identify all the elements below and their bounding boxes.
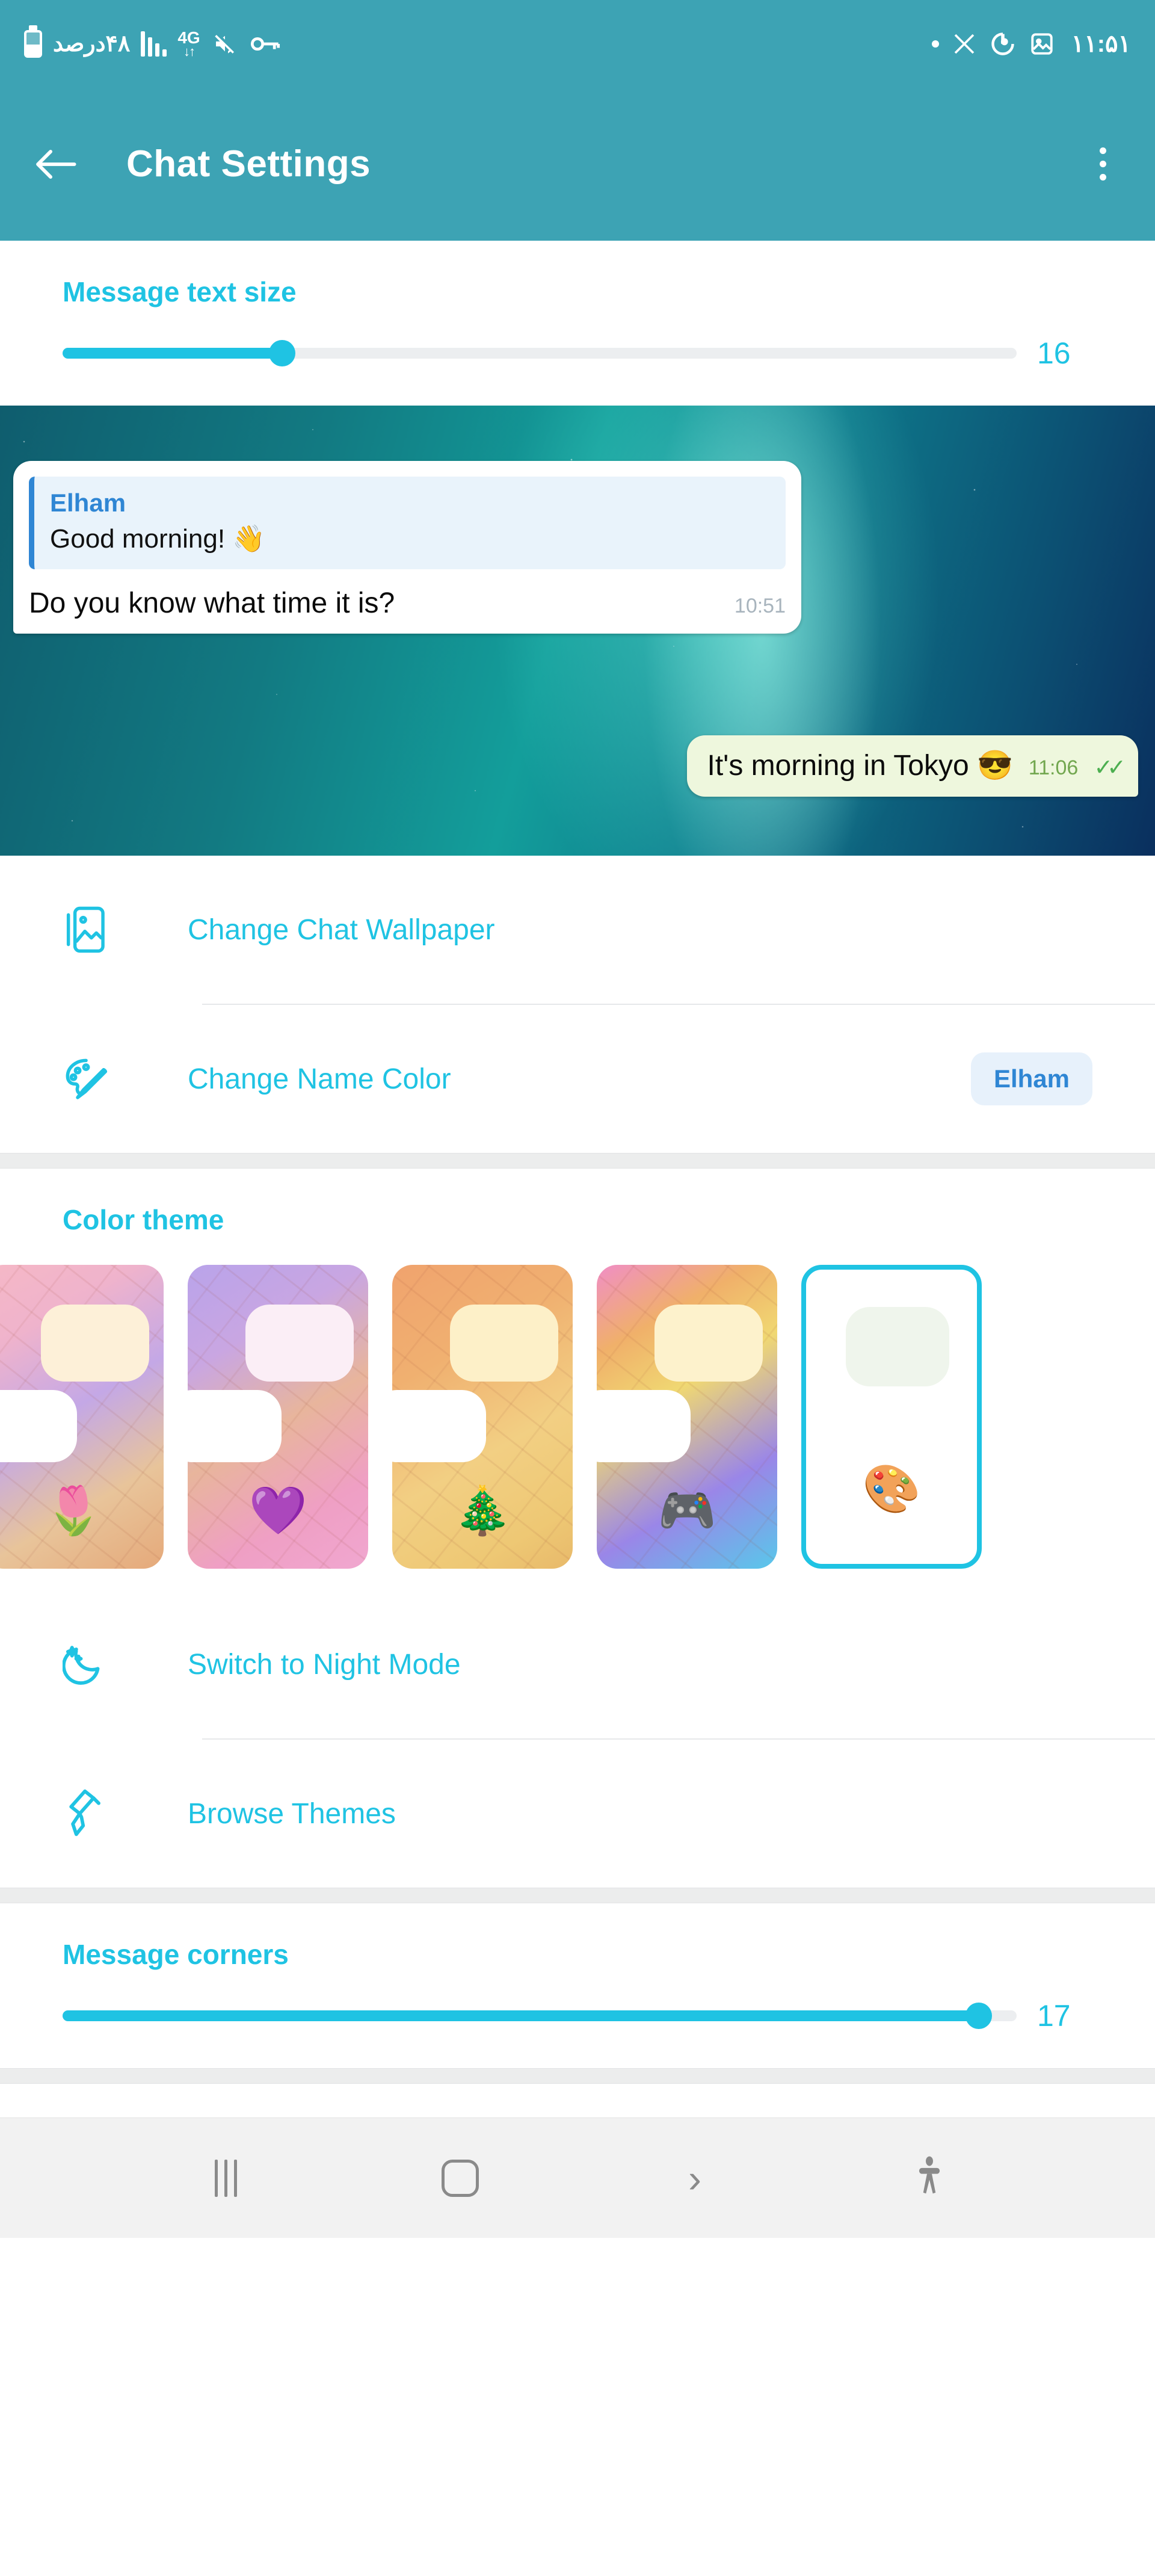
theme-preview-bubble-bottom	[0, 1390, 77, 1462]
theme-emoji-icon: 💜	[248, 1484, 307, 1537]
name-color-badge[interactable]: Elham	[970, 1052, 1092, 1105]
section-separator	[0, 1153, 1155, 1169]
status-bar-left: ۴۸درصد 4G ↓↑	[24, 29, 281, 58]
color-theme-section: Color theme 🌷 💜 🎄 🎮 🎨	[0, 1169, 1155, 1590]
page-title: Chat Settings	[126, 143, 371, 185]
palette-icon	[63, 1055, 120, 1103]
theme-card-tulip-theme[interactable]: 🌷	[0, 1265, 164, 1569]
color-theme-title: Color theme	[63, 1204, 224, 1235]
theme-preview-bubble-top	[41, 1305, 149, 1382]
screenshot-icon	[1029, 31, 1055, 57]
status-bar: ۴۸درصد 4G ↓↑ ۱۱:۵۱	[0, 0, 1155, 87]
outgoing-message-time: 11:06	[1028, 756, 1079, 779]
section-separator	[0, 2068, 1155, 2084]
row-label: Switch to Night Mode	[188, 1648, 461, 1681]
home-button[interactable]	[424, 2142, 496, 2214]
crescent-moon-icon	[63, 1640, 120, 1688]
accessibility-button[interactable]	[893, 2142, 966, 2214]
color-theme-carousel[interactable]: 🌷 💜 🎄 🎮 🎨	[0, 1236, 1155, 1590]
app-bar: Chat Settings	[0, 87, 1155, 241]
data-transfer-icon: 4G ↓↑	[177, 29, 200, 58]
accessibility-icon	[919, 2156, 940, 2193]
theme-emoji-icon: 🌷	[44, 1484, 103, 1537]
mute-icon	[211, 32, 239, 56]
system-navigation-bar: ›	[0, 2117, 1155, 2238]
theme-preview-bubble-top	[654, 1305, 763, 1382]
slider-fill	[63, 2010, 979, 2021]
message-text-size-section: Message text size 16	[0, 241, 1155, 406]
vpn-key-icon	[250, 34, 281, 54]
theme-preview-bubble-bottom	[597, 1390, 691, 1462]
message-text-size-slider-row: 16	[0, 308, 1155, 406]
signal-bars-icon	[141, 31, 167, 57]
battery-percent-label: ۴۸درصد	[53, 31, 131, 57]
row-change-chat-wallpaper[interactable]: Change Chat Wallpaper	[0, 856, 1155, 1004]
message-corners-title: Message corners	[63, 1939, 289, 1970]
row-change-name-color[interactable]: Change Name Color Elham	[0, 1005, 1155, 1153]
outgoing-message-text: It's morning in Tokyo 😎	[707, 750, 1013, 782]
message-corners-slider[interactable]	[63, 2003, 1017, 2029]
theme-preview-bubble-top	[245, 1305, 354, 1382]
message-text-size-title: Message text size	[63, 276, 297, 307]
slider-fill	[63, 348, 282, 359]
theme-emoji-icon: 🎄	[453, 1484, 512, 1537]
incoming-message-text: Do you know what time it is?	[29, 587, 395, 619]
battery-icon	[24, 29, 42, 58]
slider-thumb[interactable]	[965, 2003, 992, 2029]
message-text-size-slider[interactable]	[63, 340, 1017, 366]
updown-arrows-icon: ↓↑	[183, 43, 196, 59]
theme-preview-bubble-bottom	[188, 1390, 282, 1462]
incoming-message-line: Do you know what time it is? 10:51	[29, 586, 786, 621]
theme-actions-section: Switch to Night Mode Browse Themes	[0, 1590, 1155, 1888]
theme-card-palette-theme[interactable]: 🎨	[801, 1265, 982, 1569]
read-receipt-icon: ✓✓	[1094, 755, 1126, 780]
wallpaper-section: Change Chat Wallpaper Change Name Color …	[0, 856, 1155, 1153]
image-wallpaper-icon	[63, 905, 120, 954]
theme-card-game-controller-theme[interactable]: 🎮	[597, 1265, 777, 1569]
theme-preview-bubble-bottom	[392, 1390, 486, 1462]
row-browse-themes[interactable]: Browse Themes	[0, 1740, 1155, 1888]
theme-preview-bubble-top	[450, 1305, 558, 1382]
paint-roller-icon	[63, 1788, 120, 1839]
x-app-icon	[952, 32, 976, 56]
theme-emoji-icon: 🎮	[658, 1484, 716, 1537]
slider-thumb[interactable]	[268, 340, 295, 366]
menu-dot	[1099, 147, 1106, 154]
back-button[interactable]: ›	[659, 2142, 731, 2214]
recents-button[interactable]	[189, 2142, 262, 2214]
row-label: Browse Themes	[188, 1797, 396, 1830]
dot-indicator-icon	[931, 40, 939, 48]
row-switch-to-night-mode[interactable]: Switch to Night Mode	[0, 1590, 1155, 1738]
row-label: Change Chat Wallpaper	[188, 913, 495, 946]
recents-icon	[214, 2159, 237, 2197]
section-separator	[0, 1888, 1155, 1903]
menu-dot	[1099, 161, 1106, 167]
chevron-right-icon: ›	[688, 2155, 701, 2201]
row-label: Change Name Color	[188, 1063, 451, 1095]
home-icon	[442, 2159, 479, 2197]
quote-author-name: Elham	[50, 489, 126, 517]
overflow-menu-button[interactable]	[1082, 137, 1124, 191]
theme-card-purple-heart-theme[interactable]: 💜	[188, 1265, 368, 1569]
chat-settings-screen: ۴۸درصد 4G ↓↑ ۱۱:۵۱ Chat Settings Message…	[0, 0, 1155, 2576]
message-corners-slider-row: 17	[0, 1971, 1155, 2068]
status-time-label: ۱۱:۵۱	[1071, 30, 1131, 57]
message-corners-section: Message corners 17	[0, 1903, 1155, 2068]
menu-dot	[1099, 174, 1106, 181]
quote-text: Good morning! 👋	[50, 524, 266, 554]
status-bar-right: ۱۱:۵۱	[931, 30, 1131, 58]
chat-preview: Elham Good morning! 👋 Do you know what t…	[0, 406, 1155, 856]
quoted-reply: Elham Good morning! 👋	[29, 477, 786, 569]
theme-emoji-icon: 🎨	[862, 1462, 921, 1515]
outgoing-message-bubble: It's morning in Tokyo 😎 11:06 ✓✓	[686, 735, 1138, 797]
incoming-message-time: 10:51	[734, 595, 786, 618]
back-button[interactable]	[31, 140, 79, 188]
message-text-size-value: 16	[1037, 336, 1071, 370]
theme-preview-bubble-top	[846, 1307, 949, 1386]
power-saving-icon	[990, 31, 1016, 57]
bottom-spacer	[0, 2084, 1155, 2117]
theme-card-christmas-tree-theme[interactable]: 🎄	[392, 1265, 573, 1569]
incoming-message-bubble: Elham Good morning! 👋 Do you know what t…	[13, 461, 801, 634]
message-corners-value: 17	[1037, 1999, 1071, 2033]
